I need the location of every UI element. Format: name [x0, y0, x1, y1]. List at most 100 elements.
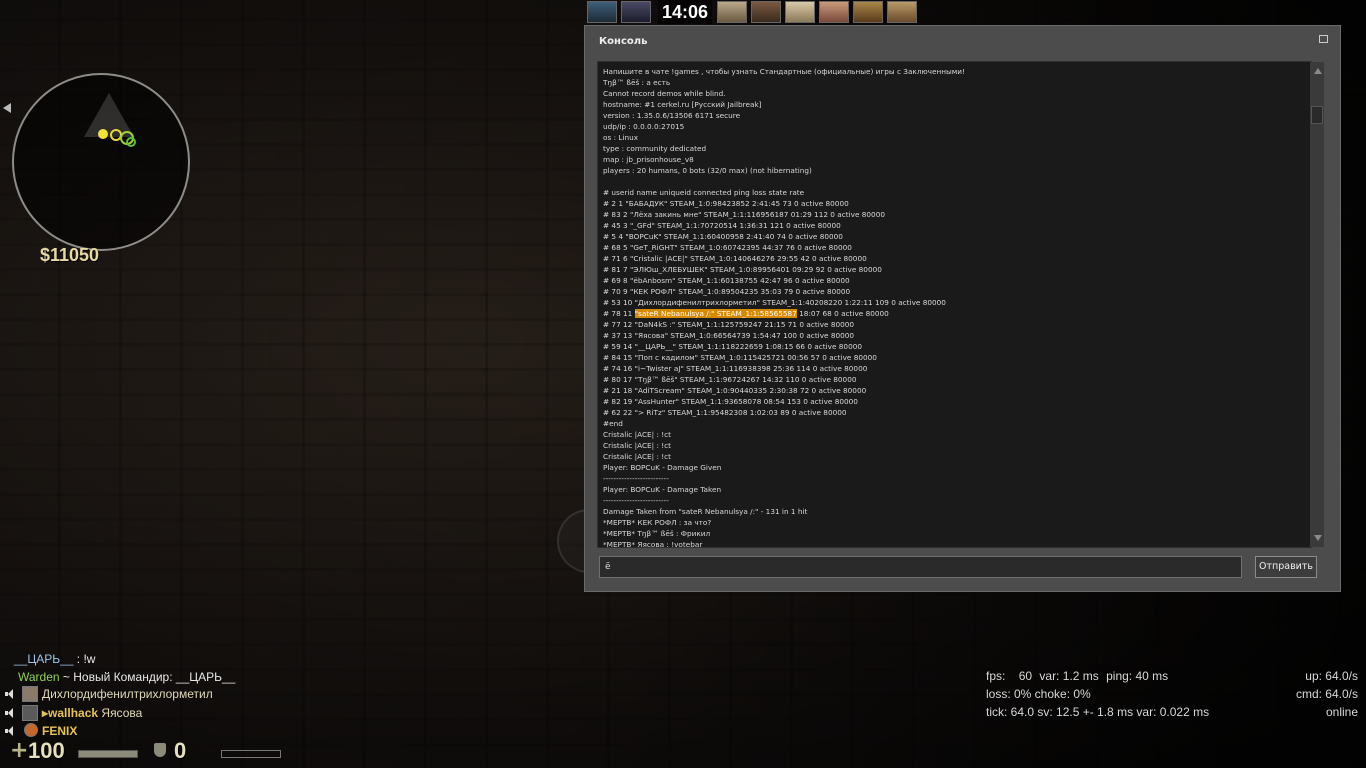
console-log-line: -------------------------: [603, 474, 669, 483]
selected-log-text: "sateR Nebanulsya /:" STEAM_1:1:58565587: [634, 309, 797, 318]
console-log-line: # 84 15 "Поп с кадилом" STEAM_1:0:115425…: [603, 353, 877, 362]
player-avatar-icon: [785, 1, 815, 23]
console-log-line: # 53 10 "Дихлордифенилтрихлорметил" STEA…: [603, 298, 946, 307]
console-log-line: # 77 12 "DaN4kS :" STEAM_1:1:125759247 2…: [603, 320, 855, 329]
voice-player-name: Яясова: [98, 706, 143, 720]
scroll-down-icon[interactable]: [1314, 535, 1322, 541]
scroll-thumb[interactable]: [1311, 106, 1323, 124]
console-log-line: # 37 13 "Яясова" STEAM_1:0:66564739 1:54…: [603, 331, 855, 340]
console-log[interactable]: Напишите в чате !games , чтобы узнать Ст…: [597, 61, 1312, 548]
console-window[interactable]: Консоль Напишите в чате !games , чтобы у…: [584, 25, 1341, 592]
scroll-up-icon[interactable]: [1314, 68, 1322, 74]
voice-avatar-icon: [22, 686, 38, 702]
health-bar: [78, 750, 138, 758]
health-icon: +: [10, 738, 29, 763]
voice-player-tag: ▸wallhack: [42, 706, 99, 720]
money-counter: $11050: [40, 245, 100, 265]
console-log-line: # 62 22 "> RiTz" STEAM_1:1:95482308 1:02…: [603, 408, 847, 417]
player-avatar-icon: [621, 1, 651, 23]
chat-message: __ЦАРЬ__ : !w: [14, 652, 95, 666]
console-log-line: # 45 3 "_GFd" STEAM_1:1:70720514 1:36:31…: [603, 221, 841, 230]
console-log-line: # 83 2 "Лёха закинь мне" STEAM_1:1:11695…: [603, 210, 885, 219]
player-avatar-icon: [853, 1, 883, 23]
console-log-line: Напишите в чате !games , чтобы узнать Ст…: [603, 67, 965, 76]
var-label: var:: [1039, 669, 1060, 683]
maximize-icon[interactable]: [1319, 35, 1328, 43]
console-log-line: os : Linux: [603, 133, 639, 142]
armor-value: 0: [174, 738, 187, 763]
console-log-line: # 59 14 "__ЦАРЬ__" STEAM_1:1:118222659 1…: [603, 342, 862, 351]
console-title: Консоль: [599, 36, 648, 47]
console-log-lines: Напишите в чате !games , чтобы узнать Ст…: [603, 66, 1307, 548]
console-log-line: # 21 18 "AdiTScream" STEAM_1:0:90440335 …: [603, 386, 867, 395]
console-log-line: Damage Taken from "sateR Nebanulsya /:" …: [603, 507, 808, 516]
log-text: # 78 11: [603, 309, 635, 318]
chat-author: __ЦАРЬ__: [14, 652, 74, 666]
console-log-line: *МЕРТВ* Яясова : !votebar: [603, 540, 703, 548]
console-log-line: #end: [603, 419, 623, 428]
console-log-line: # 81 7 "ЭЛЮш_ХЛЕБУШЕК" STEAM_1:0:8995640…: [603, 265, 882, 274]
voice-player-entry: ▸wallhack Яясова: [42, 706, 142, 720]
console-log-line: # 82 19 "AssHunter" STEAM_1:1:93658078 0…: [603, 397, 858, 406]
netgraph-status: online: [1325, 705, 1358, 719]
console-log-line: # 5 4 "BOPCuK" STEAM_1:1:60400958 2:41:4…: [603, 232, 843, 241]
console-log-line: hostname: #1 cerkel.ru [Русский Jailbrea…: [603, 100, 762, 109]
console-log-line: # 70 9 "КЕК РОФЛ" STEAM_1:0:89504235 35:…: [603, 287, 851, 296]
console-log-line: # 74 16 "i~Twister aJ" STEAM_1:1:1169383…: [603, 364, 868, 373]
speaker-icon: [5, 689, 15, 699]
console-log-line: # userid name uniqueid connected ping lo…: [603, 188, 805, 197]
console-log-line: Cristalic |ACE| : !ct: [603, 441, 672, 450]
console-log-line: map : jb_prisonhouse_v8: [603, 155, 694, 164]
console-log-line: # 71 6 "Cristalic |ACE|" STEAM_1:0:14064…: [603, 254, 867, 263]
speaker-icon: [5, 726, 15, 736]
var-value: 1.2 ms: [1062, 669, 1099, 683]
console-log-line: players : 20 humans, 0 bots (32/0 max) (…: [603, 166, 812, 175]
voice-player-name: FENIX: [42, 724, 78, 738]
voice-avatar-icon: [24, 723, 38, 737]
console-log-line: # 68 5 "GeT_RiGHT" STEAM_1:0:60742395 44…: [603, 243, 852, 252]
radar-direction-arrow-icon: [3, 103, 11, 113]
console-log-line: Player: BOPCuK - Damage Given: [603, 463, 722, 472]
console-log-line: # 2 1 "БАБАДУК" STEAM_1:0:98423852 2:41:…: [603, 199, 849, 208]
voice-player-name: Дихлордифенилтрихлорметил: [42, 687, 213, 701]
round-timer: 14:06: [658, 0, 712, 24]
console-log-line: -------------------------: [603, 496, 669, 505]
voice-avatar-icon: [22, 705, 38, 721]
player-avatar-icon: [887, 1, 917, 23]
console-log-line: [603, 176, 1307, 187]
console-log-line: Tŋβ™ ßēš : a есть: [603, 78, 671, 87]
netgraph-loss-line: loss: 0% choke: 0%: [986, 687, 1091, 701]
radar-teammate-dot-icon: [126, 137, 136, 147]
netgraph-up: up: 64.0/s: [1305, 669, 1358, 683]
ping-value: 40 ms: [1135, 669, 1169, 683]
fps-label: fps:: [986, 669, 1006, 683]
player-avatar-icon: [587, 1, 617, 23]
console-log-line: *МЕРТВ* КЕК РОФЛ : за что?: [603, 518, 712, 527]
ping-label: ping:: [1106, 669, 1133, 683]
armor-bar: [221, 750, 281, 758]
console-scrollbar[interactable]: [1310, 62, 1324, 547]
warden-tag: Warden: [18, 670, 60, 684]
player-avatar-icon: [819, 1, 849, 23]
speaker-icon: [5, 708, 15, 718]
console-log-line: # 69 8 "ёbAnbosm" STEAM_1:1:60138755 42:…: [603, 276, 850, 285]
console-log-line: # 80 17 "Tŋβ™ ßēš" STEAM_1:1:96724267 14…: [603, 375, 857, 384]
console-log-line: version : 1.35.0.6/13506 6171 secure: [603, 111, 741, 120]
radar-player-dot-icon: [98, 129, 108, 139]
console-log-line: Player: BOPCuK - Damage Taken: [603, 485, 722, 494]
netgraph-cmd: cmd: 64.0/s: [1295, 687, 1358, 701]
console-log-line: udp/ip : 0.0.0.0:27015: [603, 122, 685, 131]
console-log-line: Cannot record demos while blind.: [603, 89, 726, 98]
fps-value: 60: [1018, 669, 1033, 683]
player-avatar-icon: [717, 1, 747, 23]
console-log-line: Cristalic |ACE| : !ct: [603, 430, 672, 439]
log-text: 18:07 68 0 active 80000: [796, 309, 889, 318]
console-input[interactable]: [599, 556, 1242, 578]
netgraph-tick-line: tick: 64.0 sv: 12.5 +- 1.8 ms var: 0.022…: [986, 705, 1210, 719]
console-log-line: *МЕРТВ* Tŋβ™ ßēš : Фрикил: [603, 529, 711, 538]
health-value: 100: [28, 738, 65, 763]
console-log-line: Cristalic |ACE| : !ct: [603, 452, 672, 461]
console-log-line: type : community dedicated: [603, 144, 707, 153]
send-button[interactable]: Отправить: [1255, 556, 1317, 578]
player-avatar-icon: [751, 1, 781, 23]
